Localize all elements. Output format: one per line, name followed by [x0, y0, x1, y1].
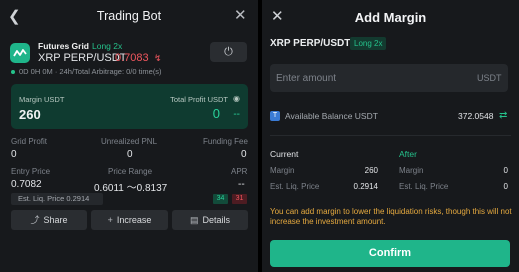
bot-pair: XRP PERP/USDT [38, 52, 127, 64]
add-margin-panel: ✕ Add Margin XRP PERP/USDT Long 2x USDT … [262, 0, 519, 272]
add-margin-title: Add Margin [354, 10, 427, 25]
price-range-label: Price Range [108, 167, 153, 176]
increase-button[interactable]: + Increase [91, 210, 168, 230]
funding-fee-value: 0 [241, 149, 247, 160]
price-range-value: 0.6011 ～0.8137 [94, 183, 168, 194]
eye-icon[interactable]: ◉ [233, 94, 240, 103]
unrealized-pnl-value: 0 [127, 149, 133, 160]
margin-value: 260 [19, 107, 41, 122]
after-liq-label: Est. Liq. Price [399, 182, 449, 191]
current-margin-label: Margin [270, 166, 295, 175]
amount-input[interactable] [270, 64, 508, 92]
grid-profit-value: 0 [11, 149, 17, 160]
entry-price-label: Entry Price [11, 167, 51, 176]
details-label: Details [202, 215, 231, 225]
funding-fee-label: Funding Fee [203, 137, 248, 146]
total-profit-percent: -- [233, 109, 240, 120]
close-icon[interactable]: ✕ [234, 8, 248, 23]
document-icon: ▤ [189, 215, 199, 225]
after-liq-value: 0 [503, 182, 508, 191]
unrealized-pnl-label: Unrealized PNL [101, 137, 158, 146]
current-margin-value: 260 [364, 166, 378, 175]
futures-grid-logo-icon [10, 43, 30, 63]
share-label: Share [43, 215, 68, 225]
bot-name: Futures Grid [38, 41, 90, 51]
increase-label: Increase [116, 215, 152, 225]
tether-icon: T [270, 111, 280, 121]
trading-bot-header: ❮ Trading Bot ✕ [0, 0, 258, 34]
current-liq-label: Est. Liq. Price [270, 182, 320, 191]
after-header: After [399, 149, 417, 159]
plus-icon: + [107, 215, 113, 225]
est-liq-price-badge: Est. Liq. Price 0.2914 [11, 193, 103, 205]
short-count-badge: 31 [232, 194, 247, 204]
margin-label: Margin USDT [19, 95, 65, 104]
runtime-info: 0D 0H 0M · 24h/Total Arbitrage: 0/0 time… [19, 67, 162, 76]
confirm-button[interactable]: Confirm [270, 240, 510, 267]
divider [270, 135, 511, 136]
power-icon: ⏻ [224, 46, 233, 58]
swap-icon[interactable]: ⇄ [499, 110, 507, 121]
grid-profit-label: Grid Profit [11, 137, 48, 146]
bot-price: 0.7083 [115, 52, 149, 64]
current-header: Current [270, 149, 299, 159]
margin-pair: XRP PERP/USDT [270, 38, 351, 49]
long-count-badge: 34 [213, 194, 228, 204]
after-margin-value: 0 [503, 166, 508, 175]
margin-direction-badge: Long 2x [350, 37, 387, 50]
amount-unit: USDT [477, 73, 502, 83]
share-button[interactable]: ⤴ Share [11, 210, 87, 230]
available-balance-label: Available Balance USDT [285, 111, 378, 121]
page-title: Trading Bot [96, 9, 162, 23]
total-profit-value: 0 [212, 106, 220, 121]
margin-warning-note: You can add margin to lower the liquidat… [270, 207, 512, 226]
running-status-dot [11, 70, 15, 74]
apr-value: -- [238, 179, 245, 190]
details-button[interactable]: ▤ Details [172, 210, 248, 230]
available-balance-value: 372.0548 [458, 111, 494, 121]
trading-bot-panel: ❮ Trading Bot ✕ Futures Grid Long 2x XRP… [0, 0, 258, 272]
entry-price-value: 0.7082 [11, 179, 42, 190]
trend-arrow-icon: ↯ [154, 53, 162, 63]
apr-label: APR [231, 167, 248, 176]
share-icon: ⤴ [30, 215, 40, 225]
current-liq-value: 0.2914 [353, 182, 378, 191]
power-button[interactable]: ⏻ [210, 42, 247, 62]
total-profit-label: Total Profit USDT [170, 95, 228, 104]
bot-direction: Long 2x [92, 41, 123, 51]
after-margin-label: Margin [399, 166, 424, 175]
profit-card: Margin USDT 260 Total Profit USDT ◉ 0 -- [11, 84, 248, 129]
